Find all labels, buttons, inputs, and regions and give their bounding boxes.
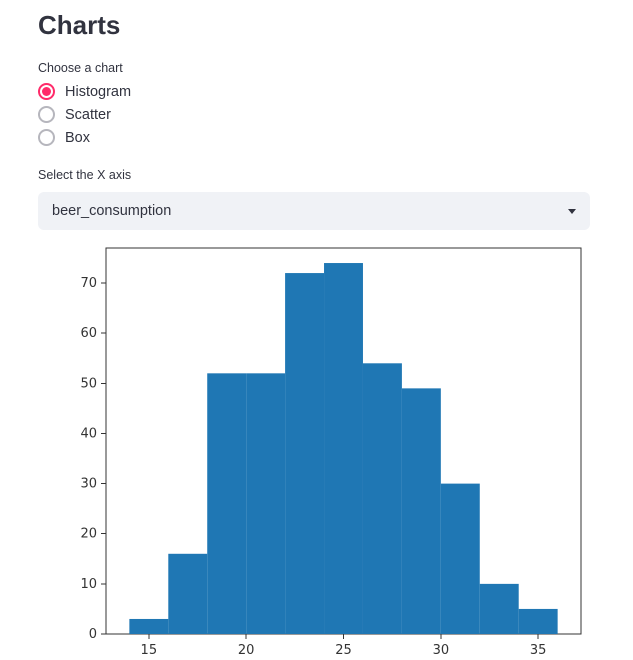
histogram-chart: 0102030405060701520253035 [33, 240, 591, 660]
svg-text:10: 10 [80, 577, 97, 592]
svg-text:30: 30 [80, 477, 97, 492]
radio-histogram[interactable]: Histogram [38, 83, 595, 100]
radio-box-label: Box [65, 130, 90, 146]
svg-text:20: 20 [80, 527, 97, 542]
x-axis-label: Select the X axis [38, 168, 595, 182]
svg-text:50: 50 [80, 376, 97, 391]
x-axis-select-value: beer_consumption [52, 203, 171, 219]
svg-text:40: 40 [80, 426, 97, 441]
chart-type-label: Choose a chart [38, 61, 595, 75]
radio-histogram-label: Histogram [65, 84, 131, 100]
svg-text:35: 35 [530, 643, 547, 658]
radio-scatter-label: Scatter [65, 107, 111, 123]
chevron-down-icon [568, 209, 576, 214]
radio-scatter[interactable]: Scatter [38, 106, 595, 123]
svg-text:70: 70 [80, 276, 97, 291]
page-title: Charts [38, 10, 595, 41]
radio-box-icon [38, 129, 55, 146]
svg-text:20: 20 [238, 643, 255, 658]
radio-scatter-icon [38, 106, 55, 123]
svg-text:25: 25 [335, 643, 352, 658]
svg-text:30: 30 [433, 643, 450, 658]
radio-histogram-icon [38, 83, 55, 100]
x-axis-select[interactable]: beer_consumption [38, 192, 590, 230]
svg-text:15: 15 [141, 643, 158, 658]
svg-text:60: 60 [80, 326, 97, 341]
radio-box[interactable]: Box [38, 129, 595, 146]
chart-type-radio-group: Histogram Scatter Box [38, 83, 595, 146]
